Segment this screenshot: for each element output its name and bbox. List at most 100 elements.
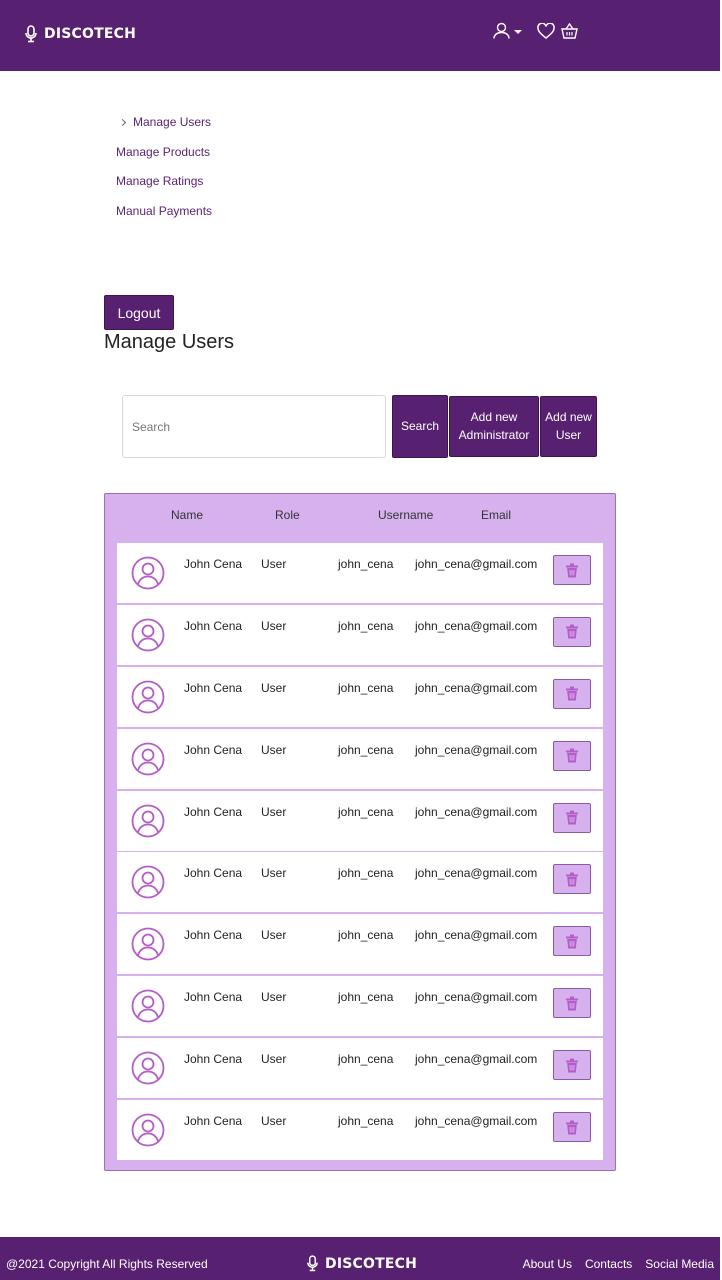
user-name: John Cena <box>184 804 243 819</box>
top-navbar: DISCOTECH <box>0 0 720 71</box>
user-role: User <box>261 680 287 695</box>
footer: @2021 Copyright All Rights Reserved DISC… <box>0 1237 720 1280</box>
user-name: John Cena <box>184 557 243 571</box>
brand-name: DISCOTECH <box>44 26 136 42</box>
avatar <box>131 556 165 595</box>
delete-user-button[interactable] <box>553 740 591 771</box>
delete-user-button[interactable] <box>553 1050 591 1081</box>
user-name: John Cena <box>184 1114 243 1129</box>
account-dropdown[interactable] <box>493 22 537 39</box>
users-list: John Cena User john_cena john_cena@gmail… <box>117 543 603 1162</box>
avatar <box>131 927 165 966</box>
delete-user-button[interactable] <box>553 1112 591 1143</box>
user-avatar-icon <box>131 742 165 776</box>
user-avatar-icon <box>131 989 165 1023</box>
menu-item-manage-products[interactable]: Manage Products <box>116 143 212 161</box>
table-row: John Cena User john_cena john_cena@gmail… <box>117 604 603 665</box>
microphone-icon <box>307 1255 318 1272</box>
search-input[interactable] <box>122 395 386 458</box>
search-button[interactable]: Search <box>392 395 448 458</box>
admin-menu: Manage Users Manage Products Manage Rati… <box>116 113 212 231</box>
avatar <box>131 742 165 781</box>
user-name: John Cena <box>184 680 243 695</box>
logout-button[interactable]: Logout <box>104 295 174 330</box>
cart-button[interactable] <box>561 22 578 39</box>
avatar <box>131 680 165 719</box>
user-username: john_cena <box>338 990 394 1005</box>
brand-logo[interactable]: DISCOTECH <box>24 25 136 43</box>
user-email: john_cena@gmail.com <box>415 618 538 633</box>
column-header-role: Role <box>275 508 300 522</box>
menu-item-manage-ratings[interactable]: Manage Ratings <box>116 172 212 190</box>
user-name: John Cena <box>184 618 243 633</box>
user-name: John Cena <box>184 866 243 881</box>
delete-user-button[interactable] <box>553 802 591 833</box>
user-name: John Cena <box>184 742 243 757</box>
column-header-username: Username <box>378 508 434 522</box>
wishlist-button[interactable] <box>537 22 555 39</box>
user-email: john_cena@gmail.com <box>415 742 538 757</box>
user-username: john_cena <box>338 618 394 633</box>
footer-brand-logo[interactable]: DISCOTECH <box>306 1255 417 1272</box>
trash-icon <box>566 1058 578 1073</box>
menu-item-label: Manual Payments <box>116 203 213 218</box>
delete-user-button[interactable] <box>553 864 591 895</box>
column-header-email: Email <box>481 508 512 522</box>
table-row: John Cena User john_cena john_cena@gmail… <box>117 914 603 975</box>
user-username: john_cena <box>338 742 394 757</box>
user-email: john_cena@gmail.com <box>415 990 538 1005</box>
menu-item-manual-payments[interactable]: Manual Payments <box>116 202 212 220</box>
user-role: User <box>261 742 287 757</box>
user-avatar-icon <box>131 680 165 714</box>
menu-item-manage-users[interactable]: Manage Users <box>116 113 212 131</box>
delete-user-button[interactable] <box>553 926 591 957</box>
menu-item-label: Manage Products <box>116 144 211 159</box>
users-table: Name Role Username Email John Cena User … <box>104 493 616 1171</box>
user-role: User <box>261 928 287 943</box>
chevron-right-icon <box>118 118 127 126</box>
user-role: User <box>261 1052 287 1067</box>
footer-link-contacts[interactable]: Contacts <box>585 1257 632 1271</box>
table-row: John Cena User john_cena john_cena@gmail… <box>117 790 603 851</box>
copyright-text: @2021 Copyright All Rights Reserved <box>6 1257 208 1271</box>
trash-icon <box>566 872 578 887</box>
basket-icon <box>561 22 578 39</box>
trash-icon <box>566 810 578 825</box>
user-username: john_cena <box>338 557 394 571</box>
user-name: John Cena <box>184 928 243 943</box>
add-administrator-button[interactable]: Add new Administrator <box>449 396 539 457</box>
delete-user-button[interactable] <box>553 678 591 709</box>
user-name: John Cena <box>184 1052 243 1067</box>
footer-link-social-media[interactable]: Social Media <box>645 1257 714 1271</box>
user-username: john_cena <box>338 804 394 819</box>
footer-link-about-us[interactable]: About Us <box>523 1257 572 1271</box>
user-username: john_cena <box>338 866 394 881</box>
avatar <box>131 618 165 657</box>
user-username: john_cena <box>338 1114 394 1129</box>
avatar <box>131 1113 165 1152</box>
avatar <box>131 989 165 1028</box>
delete-user-button[interactable] <box>553 616 591 647</box>
user-role: User <box>261 866 287 881</box>
table-row: John Cena User john_cena john_cena@gmail… <box>117 1038 603 1099</box>
user-email: john_cena@gmail.com <box>415 804 538 819</box>
trash-icon <box>566 1120 578 1135</box>
user-role: User <box>261 804 287 819</box>
user-avatar-icon <box>131 1113 165 1147</box>
heart-icon <box>537 22 555 39</box>
delete-user-button[interactable] <box>553 988 591 1019</box>
delete-user-button[interactable] <box>553 555 591 585</box>
user-email: john_cena@gmail.com <box>415 557 538 571</box>
user-avatar-icon <box>131 556 165 590</box>
table-row: John Cena User john_cena john_cena@gmail… <box>117 976 603 1037</box>
trash-icon <box>566 748 578 763</box>
user-email: john_cena@gmail.com <box>415 680 538 695</box>
add-user-button[interactable]: Add new User <box>540 396 597 457</box>
user-avatar-icon <box>131 927 165 961</box>
user-role: User <box>261 990 287 1005</box>
trash-icon <box>566 934 578 949</box>
page-title: Manage Users <box>104 331 235 353</box>
trash-icon <box>566 686 578 701</box>
user-icon <box>493 22 510 39</box>
chevron-down-icon <box>514 29 522 34</box>
